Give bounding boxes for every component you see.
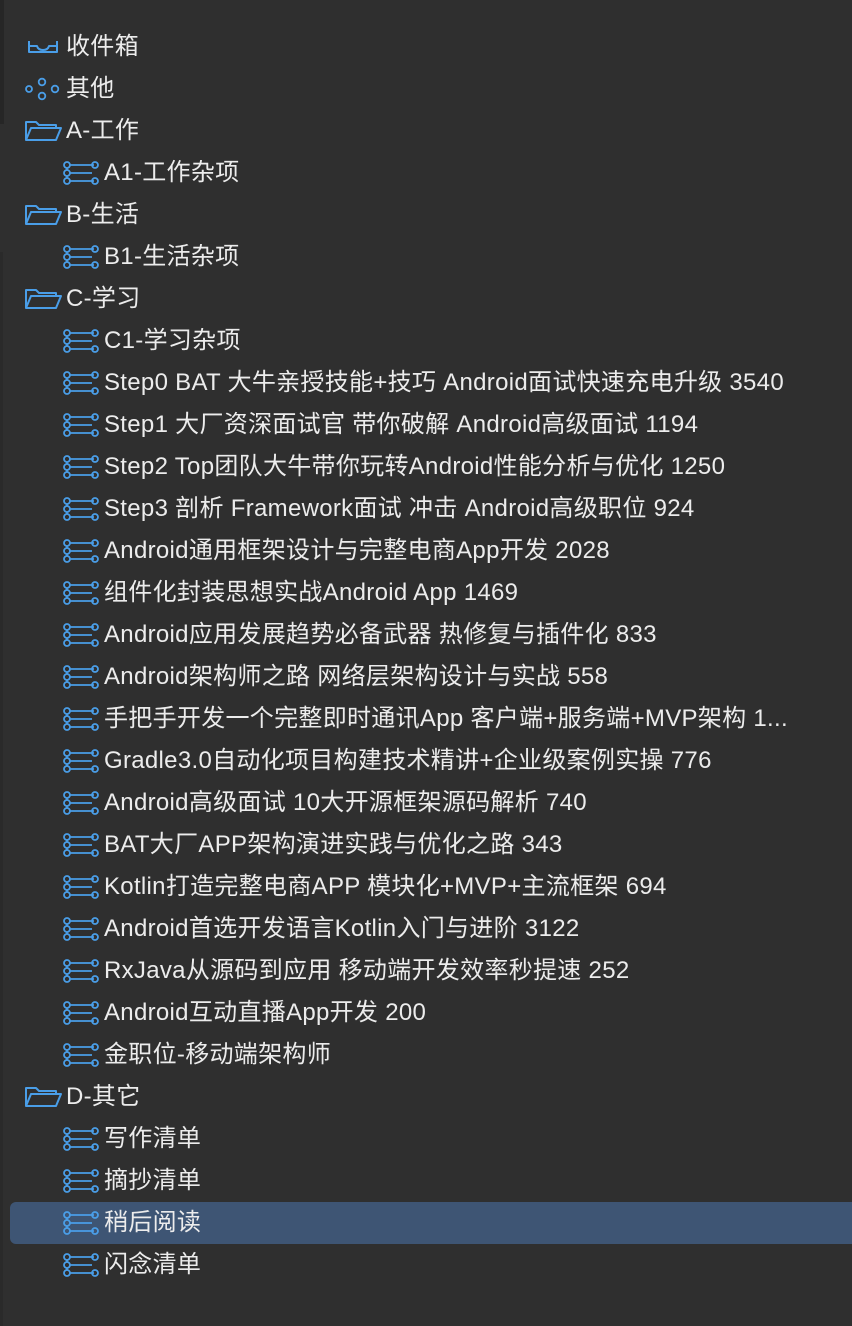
sidebar-list-item[interactable]: C1-学习杂项 xyxy=(0,320,852,362)
sidebar-list-item[interactable]: Android互动直播App开发 200 xyxy=(0,992,852,1034)
sidebar-folder-item[interactable]: C-学习 xyxy=(0,278,852,320)
sidebar-item-label: BAT大厂APP架构演进实践与优化之路 343 xyxy=(104,831,563,858)
sidebar-item-label: D-其它 xyxy=(66,1083,141,1110)
sidebar-item-label: Android应用发展趋势必备武器 热修复与插件化 833 xyxy=(104,621,657,648)
sidebar-item-label: Android通用框架设计与完整电商App开发 2028 xyxy=(104,537,610,564)
sidebar-list-item[interactable]: 闪念清单 xyxy=(0,1244,852,1286)
sidebar-folder-item[interactable]: A-工作 xyxy=(0,110,852,152)
sidebar-list-item[interactable]: Android首选开发语言Kotlin入门与进阶 3122 xyxy=(0,908,852,950)
sidebar-item-label: 其他 xyxy=(66,75,115,102)
list-icon xyxy=(60,412,102,438)
list-icon xyxy=(60,1042,102,1068)
sidebar-list-item[interactable]: Android高级面试 10大开源框架源码解析 740 xyxy=(0,782,852,824)
list-icon xyxy=(60,874,102,900)
sidebar-list-item[interactable]: 手把手开发一个完整即时通讯App 客户端+服务端+MVP架构 1... xyxy=(0,698,852,740)
inbox-tray-icon xyxy=(22,34,64,60)
list-icon xyxy=(60,832,102,858)
list-icon xyxy=(60,1168,102,1194)
sidebar-list-item[interactable]: BAT大厂APP架构演进实践与优化之路 343 xyxy=(0,824,852,866)
list-icon xyxy=(60,580,102,606)
sidebar-item-label: A-工作 xyxy=(66,117,140,144)
sidebar-list-item[interactable]: Android架构师之路 网络层架构设计与实战 558 xyxy=(0,656,852,698)
sidebar-item-label: 摘抄清单 xyxy=(104,1167,202,1194)
sidebar-item-label: Step0 BAT 大牛亲授技能+技巧 Android面试快速充电升级 3540 xyxy=(104,369,784,396)
sidebar-folder-item[interactable]: B-生活 xyxy=(0,194,852,236)
folder-icon xyxy=(22,202,64,228)
list-icon xyxy=(60,664,102,690)
list-icon xyxy=(60,370,102,396)
sidebar-item-label: C1-学习杂项 xyxy=(104,327,241,354)
sidebar-list-item[interactable]: Step2 Top团队大牛带你玩转Android性能分析与优化 1250 xyxy=(0,446,852,488)
sidebar-item-label: B1-生活杂项 xyxy=(104,243,240,270)
sidebar-list-item[interactable]: A1-工作杂项 xyxy=(0,152,852,194)
sidebar-list-item[interactable]: Step0 BAT 大牛亲授技能+技巧 Android面试快速充电升级 3540 xyxy=(0,362,852,404)
list-icon xyxy=(60,748,102,774)
sidebar-item-label: Step1 大厂资深面试官 带你破解 Android高级面试 1194 xyxy=(104,411,699,438)
sidebar-item-label: Gradle3.0自动化项目构建技术精讲+企业级案例实操 776 xyxy=(104,747,712,774)
list-icon xyxy=(60,622,102,648)
sidebar-item-label: 组件化封装思想实战Android App 1469 xyxy=(104,579,519,606)
sidebar-folder-item[interactable]: 其他 xyxy=(0,68,852,110)
sidebar-item-label: A1-工作杂项 xyxy=(104,159,240,186)
folder-icon xyxy=(22,118,64,144)
sidebar-list-item[interactable]: Step3 剖析 Framework面试 冲击 Android高级职位 924 xyxy=(0,488,852,530)
list-icon xyxy=(60,958,102,984)
sidebar-list-item[interactable]: 写作清单 xyxy=(0,1118,852,1160)
list-icon xyxy=(60,1252,102,1278)
list-icon xyxy=(60,538,102,564)
sidebar-item-label: 手把手开发一个完整即时通讯App 客户端+服务端+MVP架构 1... xyxy=(104,705,788,732)
list-icon xyxy=(60,328,102,354)
sidebar-item-label: Android首选开发语言Kotlin入门与进阶 3122 xyxy=(104,915,580,942)
list-icon xyxy=(60,454,102,480)
list-icon xyxy=(60,706,102,732)
sidebar-item-label: Kotlin打造完整电商APP 模块化+MVP+主流框架 694 xyxy=(104,873,667,900)
sidebar-list-item[interactable]: Android应用发展趋势必备武器 热修复与插件化 833 xyxy=(0,614,852,656)
list-icon xyxy=(60,496,102,522)
sidebar-list-item[interactable]: 金职位-移动端架构师 xyxy=(0,1034,852,1076)
list-icon xyxy=(60,244,102,270)
sidebar-item-label: 写作清单 xyxy=(104,1125,202,1152)
sidebar-list-item[interactable]: 稍后阅读 xyxy=(0,1202,852,1244)
sidebar-list-item[interactable]: Gradle3.0自动化项目构建技术精讲+企业级案例实操 776 xyxy=(0,740,852,782)
sidebar-item-label: Android互动直播App开发 200 xyxy=(104,999,427,1026)
sidebar-item-label: 金职位-移动端架构师 xyxy=(104,1041,331,1068)
list-icon xyxy=(60,916,102,942)
sidebar-item-label: Step2 Top团队大牛带你玩转Android性能分析与优化 1250 xyxy=(104,453,726,480)
folder-icon xyxy=(22,286,64,312)
sidebar-item-label: C-学习 xyxy=(66,285,141,312)
sidebar-item-label: 闪念清单 xyxy=(104,1251,202,1278)
list-icon xyxy=(60,790,102,816)
list-icon xyxy=(60,1210,102,1236)
sidebar-item-label: Step3 剖析 Framework面试 冲击 Android高级职位 924 xyxy=(104,495,695,522)
list-icon xyxy=(60,160,102,186)
sidebar-item-label: B-生活 xyxy=(66,201,140,228)
list-icon xyxy=(60,1126,102,1152)
sidebar-item-label: 收件箱 xyxy=(66,33,139,60)
sidebar-folder-item[interactable]: D-其它 xyxy=(0,1076,852,1118)
sidebar-item-label: 稍后阅读 xyxy=(104,1209,202,1236)
sidebar-item-label: Android高级面试 10大开源框架源码解析 740 xyxy=(104,789,587,816)
sidebar-item-label: Android架构师之路 网络层架构设计与实战 558 xyxy=(104,663,609,690)
sidebar-list-item[interactable]: Android通用框架设计与完整电商App开发 2028 xyxy=(0,530,852,572)
sidebar-list-item[interactable]: Kotlin打造完整电商APP 模块化+MVP+主流框架 694 xyxy=(0,866,852,908)
sidebar: 收件箱其他 A-工作 A1-工作杂项 B-生活 B1-生活杂项 C-学习 C1-学习杂项 St… xyxy=(0,0,852,1326)
sidebar-folder-item[interactable]: 收件箱 xyxy=(0,26,852,68)
sidebar-list-item[interactable]: 摘抄清单 xyxy=(0,1160,852,1202)
sidebar-list-item[interactable]: B1-生活杂项 xyxy=(0,236,852,278)
list-icon xyxy=(60,1000,102,1026)
sidebar-list: 收件箱其他 A-工作 A1-工作杂项 B-生活 B1-生活杂项 C-学习 C1-学习杂项 St… xyxy=(0,26,852,1286)
sidebar-item-label: RxJava从源码到应用 移动端开发效率秒提速 252 xyxy=(104,957,630,984)
sidebar-list-item[interactable]: 组件化封装思想实战Android App 1469 xyxy=(0,572,852,614)
other-nodes-icon xyxy=(22,76,64,102)
sidebar-list-item[interactable]: RxJava从源码到应用 移动端开发效率秒提速 252 xyxy=(0,950,852,992)
sidebar-list-item[interactable]: Step1 大厂资深面试官 带你破解 Android高级面试 1194 xyxy=(0,404,852,446)
folder-icon xyxy=(22,1084,64,1110)
